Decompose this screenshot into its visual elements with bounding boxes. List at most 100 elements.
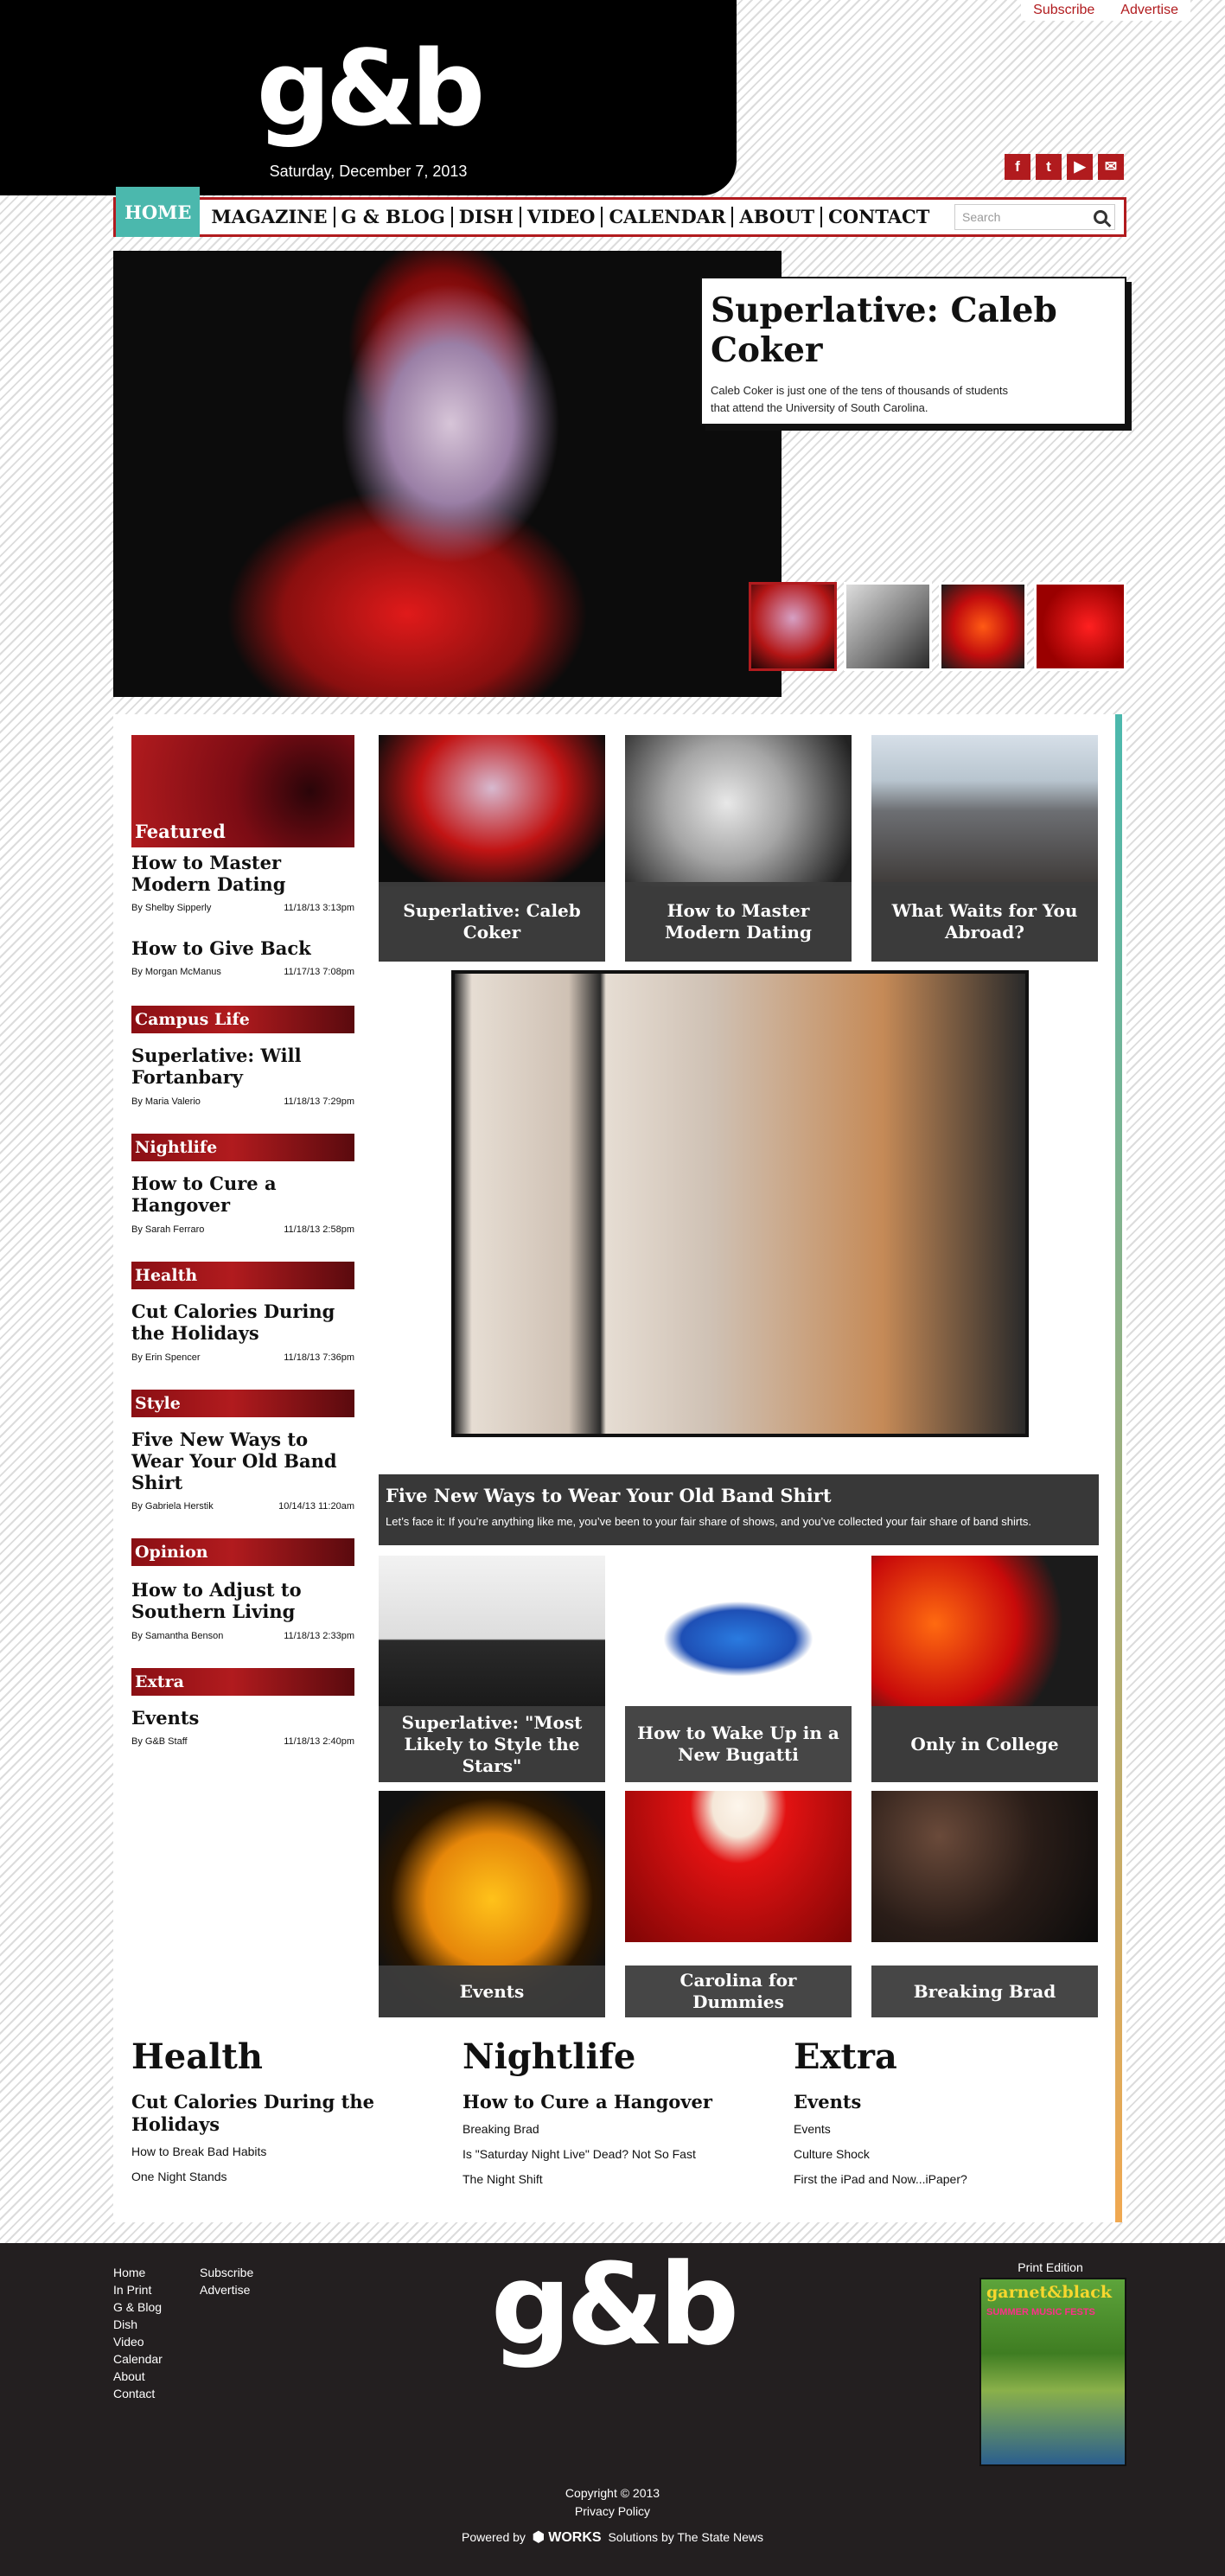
section-lead[interactable]: Cut Calories During the Holidays	[131, 2091, 408, 2136]
footer-link-about[interactable]: About	[113, 2368, 163, 2385]
article-tile[interactable]: How to Wake Up in a New Bugatti	[625, 1556, 852, 1782]
subscribe-link[interactable]: Subscribe	[1033, 3, 1094, 18]
category-opinion[interactable]: Opinion	[131, 1538, 354, 1566]
article-tile[interactable]: Events	[379, 1791, 605, 2017]
hero-thumb-4[interactable]	[1034, 582, 1126, 671]
print-edition-cover[interactable]: garnet&black SUMMER MUSIC FESTS	[979, 2278, 1126, 2466]
sidebar-article-title[interactable]: How to Cure a Hangover	[131, 1173, 354, 1216]
section-lead[interactable]: Events	[794, 2091, 1070, 2113]
section-link[interactable]: One Night Stands	[131, 2170, 408, 2183]
section-link[interactable]: First the iPad and Now...iPaper?	[794, 2172, 1070, 2186]
nav-item-about[interactable]: ABOUT	[733, 207, 823, 227]
featured-label: Featured	[135, 821, 226, 842]
section-link[interactable]: Culture Shock	[794, 2147, 1070, 2161]
tile-image	[625, 1556, 852, 1707]
article-tile[interactable]: What Waits for You Abroad?	[871, 735, 1098, 962]
sidebar-article-title[interactable]: Cut Calories During the Holidays	[131, 1301, 354, 1344]
tile-caption: How to Wake Up in a New Bugatti	[625, 1706, 852, 1782]
section-heading[interactable]: Extra	[794, 2036, 1070, 2077]
hero-title[interactable]: Superlative: Caleb Coker	[711, 291, 1116, 370]
category-style[interactable]: Style	[131, 1390, 354, 1417]
article-author: By Morgan McManus	[131, 967, 221, 977]
powered-suffix: Solutions by The State News	[608, 2530, 763, 2544]
category-health[interactable]: Health	[131, 1262, 354, 1289]
advertise-link[interactable]: Advertise	[1120, 3, 1178, 18]
category-nightlife[interactable]: Nightlife	[131, 1134, 354, 1161]
article-author: By Maria Valerio	[131, 1096, 201, 1107]
article-tile[interactable]: Breaking Brad	[871, 1791, 1098, 2017]
article-author: By Erin Spencer	[131, 1352, 201, 1363]
nav-item-home[interactable]: HOME	[116, 187, 201, 237]
article-meta: By Morgan McManus 11/17/13 7:08pm	[131, 967, 354, 977]
category-extra[interactable]: Extra	[131, 1668, 354, 1696]
tile-caption: Only in College	[871, 1706, 1098, 1782]
section-heading[interactable]: Health	[131, 2036, 408, 2077]
feature-image[interactable]	[451, 970, 1029, 1437]
feature-caption[interactable]: Five New Ways to Wear Your Old Band Shir…	[379, 1474, 1099, 1545]
current-date: Saturday, December 7, 2013	[269, 163, 468, 180]
social-icons: f t ▶ ✉	[1005, 154, 1124, 180]
top-links: Subscribe Advertise	[1021, 0, 1190, 21]
tile-image	[871, 735, 1098, 886]
article-meta: By G&B Staff 11/18/13 2:40pm	[131, 1736, 354, 1747]
hero-description: Caleb Coker is just one of the tens of t…	[711, 384, 1008, 414]
section-link[interactable]: The Night Shift	[463, 2172, 739, 2186]
section-link[interactable]: Breaking Brad	[463, 2122, 739, 2136]
sidebar-article-title[interactable]: How to Master Modern Dating	[131, 852, 354, 895]
nav-item-video[interactable]: VIDEO	[521, 207, 603, 227]
tile-caption: Superlative: "Most Likely to Style the S…	[379, 1706, 605, 1782]
section-link[interactable]: Events	[794, 2122, 1070, 2136]
hero-thumb-1[interactable]	[749, 582, 837, 671]
search-input[interactable]: Search	[954, 204, 1115, 230]
nav-item-dish[interactable]: DISH	[453, 207, 521, 227]
article-meta: By Erin Spencer 11/18/13 7:36pm	[131, 1352, 354, 1363]
print-cover-headline: SUMMER MUSIC FESTS	[986, 2307, 1095, 2317]
hero-thumb-3[interactable]	[939, 582, 1027, 671]
nav-item-contact[interactable]: CONTACT	[822, 207, 935, 227]
sidebar-article-title[interactable]: How to Adjust to Southern Living	[131, 1579, 354, 1622]
hero-image[interactable]	[113, 251, 782, 697]
section-lead[interactable]: How to Cure a Hangover	[463, 2091, 739, 2113]
sidebar-article-title[interactable]: How to Give Back	[131, 937, 354, 959]
article-tile[interactable]: Carolina for Dummies	[625, 1791, 852, 2017]
main-nav: HOME MAGAZINE G & BLOG DISH VIDEO CALEND…	[113, 187, 1126, 237]
footer-link-contact[interactable]: Contact	[113, 2385, 163, 2402]
accent-bar	[1115, 714, 1122, 2222]
copyright: Copyright © 2013 Privacy Policy	[0, 2484, 1225, 2521]
article-tile[interactable]: How to Master Modern Dating	[625, 735, 852, 962]
facebook-icon[interactable]: f	[1005, 154, 1030, 180]
article-tile[interactable]: Only in College	[871, 1556, 1098, 1782]
sidebar-article-title[interactable]: Events	[131, 1707, 354, 1729]
article-date: 11/18/13 3:13pm	[284, 903, 354, 913]
article-meta: By Shelby Sipperly 11/18/13 3:13pm	[131, 903, 354, 913]
article-meta: By Gabriela Herstik 10/14/13 11:20am	[131, 1501, 354, 1512]
works-logo-icon[interactable]: ⬢ WORKS	[533, 2530, 602, 2545]
section-link[interactable]: Is "Saturday Night Live" Dead? Not So Fa…	[463, 2147, 739, 2161]
privacy-policy-link[interactable]: Privacy Policy	[0, 2502, 1225, 2521]
tile-caption: How to Master Modern Dating	[625, 882, 852, 962]
tile-caption: Events	[379, 1966, 605, 2017]
sidebar-article-title[interactable]: Five New Ways to Wear Your Old Band Shir…	[131, 1429, 354, 1493]
article-tile[interactable]: Superlative: "Most Likely to Style the S…	[379, 1556, 605, 1782]
sidebar-article-title[interactable]: Superlative: Will Fortanbary	[131, 1045, 354, 1088]
article-tile[interactable]: Superlative: Caleb Coker	[379, 735, 605, 962]
hero-card[interactable]: Superlative: Caleb Coker Caleb Coker is …	[700, 277, 1126, 425]
email-icon[interactable]: ✉	[1098, 154, 1124, 180]
section-link[interactable]: How to Break Bad Habits	[131, 2145, 408, 2158]
nav-item-magazine[interactable]: MAGAZINE	[205, 207, 335, 227]
hero-thumb-2[interactable]	[844, 582, 932, 671]
nav-item-g-blog[interactable]: G & BLOG	[335, 207, 453, 227]
article-date: 11/18/13 7:29pm	[284, 1096, 354, 1107]
tile-caption: What Waits for You Abroad?	[871, 882, 1098, 962]
article-date: 11/18/13 2:33pm	[284, 1631, 354, 1641]
youtube-icon[interactable]: ▶	[1067, 154, 1093, 180]
category-campus-life[interactable]: Campus Life	[131, 1006, 354, 1033]
nav-item-calendar[interactable]: CALENDAR	[603, 207, 734, 227]
article-author: By G&B Staff	[131, 1736, 188, 1747]
tile-image	[379, 735, 605, 886]
twitter-icon[interactable]: t	[1036, 154, 1062, 180]
section-heading[interactable]: Nightlife	[463, 2036, 739, 2077]
site-logo[interactable]: g&b	[0, 38, 737, 142]
search-icon[interactable]	[1094, 210, 1107, 224]
tile-image	[625, 1791, 852, 1942]
